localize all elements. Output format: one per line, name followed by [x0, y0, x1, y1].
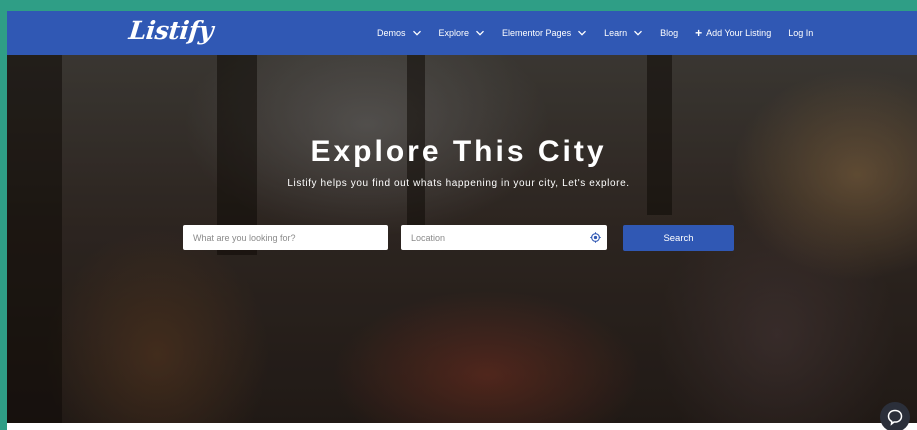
nav-blog-label: Blog: [660, 28, 679, 38]
nav-demos[interactable]: Demos: [377, 28, 422, 38]
main-nav: Demos Explore Elementor Pages Learn Blog…: [377, 11, 813, 55]
location-input-wrapper: [401, 225, 607, 250]
plus-icon: +: [695, 25, 703, 40]
nav-learn-label: Learn: [604, 28, 628, 38]
chevron-down-icon: [476, 30, 484, 36]
nav-login[interactable]: Log In: [788, 28, 813, 38]
chat-bubble-icon: [887, 409, 903, 426]
nav-add-listing[interactable]: + Add Your Listing: [695, 25, 772, 40]
nav-elementor-pages[interactable]: Elementor Pages: [502, 28, 587, 38]
keyword-search-input[interactable]: [183, 225, 388, 250]
nav-blog[interactable]: Blog: [660, 28, 678, 38]
hero-subtitle: Listify helps you find out whats happeni…: [287, 178, 630, 189]
browser-viewport: Listify Demos Explore Elementor Pages Le…: [7, 11, 917, 430]
search-button[interactable]: Search: [623, 225, 734, 251]
nav-elementor-pages-label: Elementor Pages: [502, 28, 572, 38]
nav-login-label: Log In: [788, 28, 814, 38]
nav-demos-label: Demos: [377, 28, 406, 38]
nav-learn[interactable]: Learn: [604, 28, 643, 38]
nav-explore-label: Explore: [438, 28, 470, 38]
chevron-down-icon: [578, 30, 587, 36]
nav-explore[interactable]: Explore: [439, 28, 486, 38]
crosshair-icon[interactable]: [590, 232, 601, 243]
chevron-down-icon: [412, 30, 421, 36]
content-section-edge: [7, 423, 917, 430]
top-navbar: Listify Demos Explore Elementor Pages Le…: [7, 11, 917, 55]
hero-title: Explore This City: [310, 135, 607, 168]
chat-widget-button[interactable]: [880, 402, 910, 430]
listify-logo[interactable]: Listify: [127, 16, 214, 45]
nav-add-listing-label: Add Your Listing: [706, 28, 772, 38]
location-input[interactable]: [401, 225, 607, 250]
chevron-down-icon: [634, 30, 643, 36]
